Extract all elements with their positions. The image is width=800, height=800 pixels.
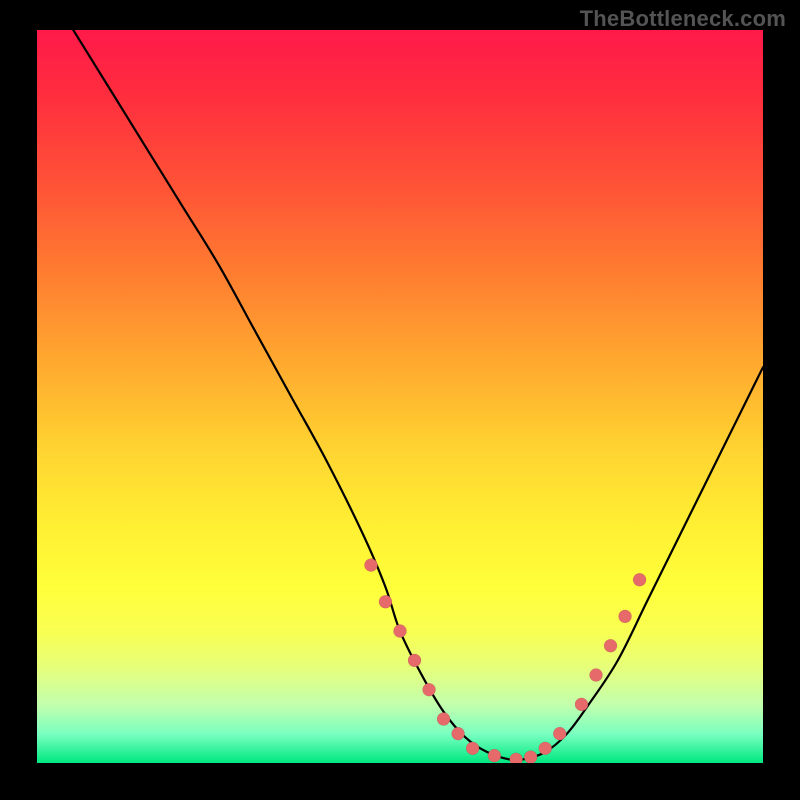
chart-container: TheBottleneck.com bbox=[0, 0, 800, 800]
plot-gradient-background bbox=[37, 30, 763, 763]
watermark-text: TheBottleneck.com bbox=[580, 6, 786, 32]
